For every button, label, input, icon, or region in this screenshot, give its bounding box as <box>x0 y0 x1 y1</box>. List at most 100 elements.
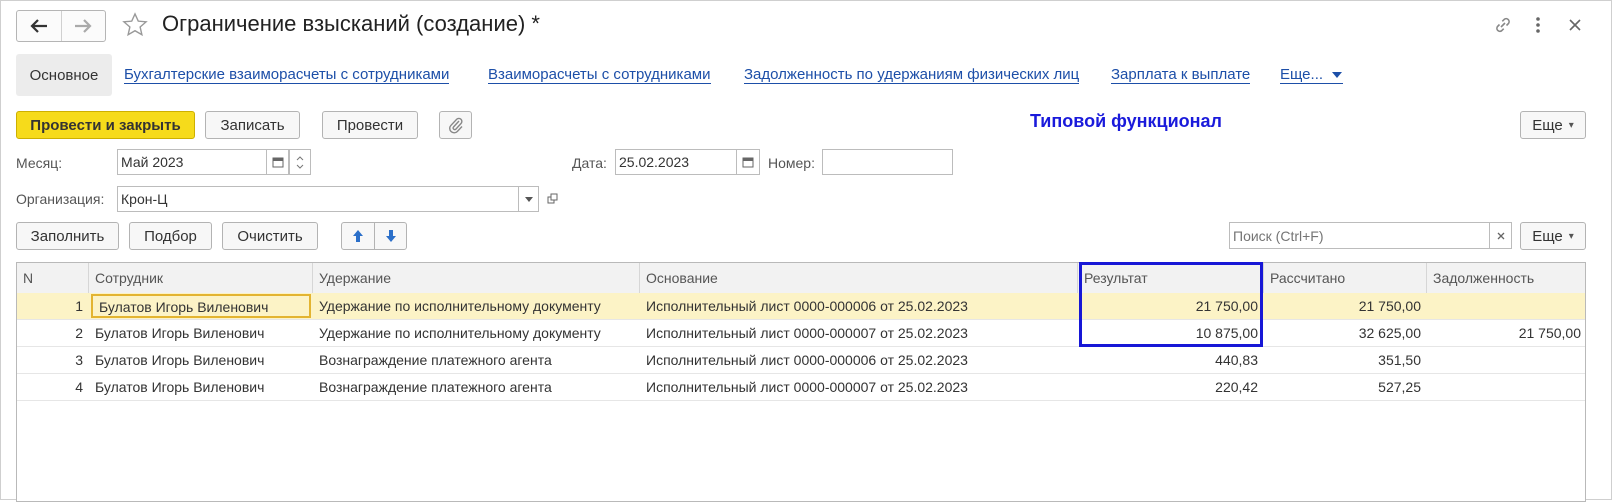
table-row[interactable]: 3 Булатов Игорь Виленович Вознаграждение… <box>17 347 1585 374</box>
paperclip-icon <box>448 117 463 134</box>
column-header-basis[interactable]: Основание <box>640 263 1078 293</box>
organization-dropdown-button[interactable] <box>518 186 539 212</box>
cell-calculated: 527,25 <box>1378 379 1421 395</box>
close-icon <box>1569 19 1581 31</box>
stepper-down-icon <box>296 164 304 169</box>
navigation-group <box>16 10 106 42</box>
date-input[interactable]: 25.02.2023 <box>615 149 737 175</box>
post-and-close-button[interactable]: Провести и закрыть <box>16 111 195 139</box>
cell-basis: Исполнительный лист 0000-000007 от 25.02… <box>646 379 968 395</box>
table-header: N Сотрудник Удержание Основание Результа… <box>17 263 1585 294</box>
tab-more-label: Еще... <box>1280 66 1324 83</box>
page-title: Ограничение взысканий (создание) * <box>162 11 540 36</box>
tab-employee-settlements[interactable]: Взаиморасчеты с сотрудниками <box>488 66 711 84</box>
cell-employee: Булатов Игорь Виленович <box>95 352 265 368</box>
cell-basis: Исполнительный лист 0000-000007 от 25.02… <box>646 325 968 341</box>
number-label: Номер: <box>768 155 815 171</box>
column-header-calculated[interactable]: Рассчитано <box>1264 263 1427 293</box>
cell-withholding: Вознаграждение платежного агента <box>319 352 552 368</box>
month-input[interactable]: Май 2023 <box>117 149 267 175</box>
calendar-icon <box>742 157 754 168</box>
cell-withholding: Удержание по исполнительному документу <box>319 298 601 314</box>
clear-button[interactable]: Очистить <box>222 222 318 250</box>
chevron-down-icon <box>1332 71 1343 78</box>
more-button[interactable]: Еще <box>1520 111 1586 139</box>
cell-employee[interactable]: Булатов Игорь Виленович <box>91 294 311 318</box>
search-clear-button[interactable] <box>1489 222 1512 249</box>
cell-employee: Булатов Игорь Виленович <box>95 325 265 341</box>
close-icon <box>1497 232 1504 239</box>
favorite-button[interactable] <box>120 10 150 40</box>
month-label: Месяц: <box>16 155 63 171</box>
table-more-button[interactable]: Еще <box>1520 222 1586 250</box>
cell-debt <box>1427 374 1585 400</box>
more-actions-button[interactable] <box>1525 12 1551 38</box>
cell-calculated: 351,50 <box>1378 352 1421 368</box>
tab-more[interactable]: Еще... <box>1280 66 1344 84</box>
arrow-down-icon <box>385 230 396 242</box>
organization-input[interactable]: Крон-Ц <box>117 186 519 212</box>
month-stepper[interactable] <box>289 149 311 175</box>
move-down-button[interactable] <box>374 222 407 250</box>
cell-result: 21 750,00 <box>1195 298 1258 314</box>
column-header-withholding[interactable]: Удержание <box>313 263 640 293</box>
organization-open-button[interactable] <box>542 186 563 212</box>
deductions-table: N Сотрудник Удержание Основание Результа… <box>16 262 1586 502</box>
cell-withholding: Удержание по исполнительному документу <box>319 325 601 341</box>
stepper-up-icon <box>296 155 304 160</box>
month-calendar-button[interactable] <box>266 149 289 175</box>
link-icon <box>1496 17 1510 33</box>
tab-withholding-debt[interactable]: Задолженность по удержаниям физических л… <box>744 66 1080 84</box>
tab-main[interactable]: Основное <box>16 54 112 96</box>
tab-accounting-settlements[interactable]: Бухгалтерские взаиморасчеты с сотрудника… <box>124 66 450 84</box>
cell-n: 1 <box>75 298 83 314</box>
column-header-result[interactable]: Результат <box>1078 263 1264 293</box>
cell-debt <box>1427 347 1585 373</box>
save-button[interactable]: Записать <box>205 111 300 139</box>
back-arrow-icon <box>30 19 47 33</box>
attach-button[interactable] <box>439 111 472 139</box>
cell-result: 440,83 <box>1215 352 1258 368</box>
fill-button[interactable]: Заполнить <box>16 222 119 250</box>
open-link-icon <box>547 193 557 204</box>
back-button[interactable] <box>17 11 61 41</box>
tab-salary-payable[interactable]: Зарплата к выплате <box>1111 66 1251 84</box>
pick-button[interactable]: Подбор <box>129 222 212 250</box>
table-row[interactable]: 4 Булатов Игорь Виленович Вознаграждение… <box>17 374 1585 401</box>
link-button[interactable] <box>1490 12 1516 38</box>
chevron-down-icon <box>524 196 533 202</box>
cell-basis: Исполнительный лист 0000-000006 от 25.02… <box>646 352 968 368</box>
cell-n: 3 <box>75 352 83 368</box>
cell-debt <box>1427 293 1585 319</box>
column-header-debt[interactable]: Задолженность <box>1427 263 1585 293</box>
calendar-icon <box>272 157 283 168</box>
arrow-up-icon <box>353 230 363 242</box>
more-vertical-icon <box>1536 17 1540 33</box>
cell-debt: 21 750,00 <box>1518 325 1581 341</box>
close-button[interactable] <box>1562 12 1588 38</box>
table-row[interactable]: 2 Булатов Игорь Виленович Удержание по и… <box>17 320 1585 347</box>
organization-label: Организация: <box>16 191 105 207</box>
move-up-button[interactable] <box>341 222 375 250</box>
cell-result: 220,42 <box>1215 379 1258 395</box>
annotation-label: Типовой функционал <box>1030 111 1222 131</box>
favorite-star-icon <box>122 12 148 37</box>
forward-button[interactable] <box>60 11 106 41</box>
cell-basis: Исполнительный лист 0000-000006 от 25.02… <box>646 298 968 314</box>
column-header-n[interactable]: N <box>17 263 89 293</box>
forward-arrow-icon <box>75 19 92 33</box>
date-label: Дата: <box>572 155 607 171</box>
number-input[interactable] <box>822 149 953 175</box>
cell-n: 2 <box>75 325 83 341</box>
search-input[interactable] <box>1229 222 1490 249</box>
column-header-employee[interactable]: Сотрудник <box>89 263 313 293</box>
post-button[interactable]: Провести <box>322 111 418 139</box>
table-row[interactable]: 1 Булатов Игорь Виленович Удержание по и… <box>17 293 1585 320</box>
cell-employee: Булатов Игорь Виленович <box>95 379 265 395</box>
cell-n: 4 <box>75 379 83 395</box>
cell-calculated: 32 625,00 <box>1358 325 1421 341</box>
cell-result: 10 875,00 <box>1195 325 1258 341</box>
date-calendar-button[interactable] <box>736 149 760 175</box>
cell-withholding: Вознаграждение платежного агента <box>319 379 552 395</box>
cell-calculated: 21 750,00 <box>1358 298 1421 314</box>
